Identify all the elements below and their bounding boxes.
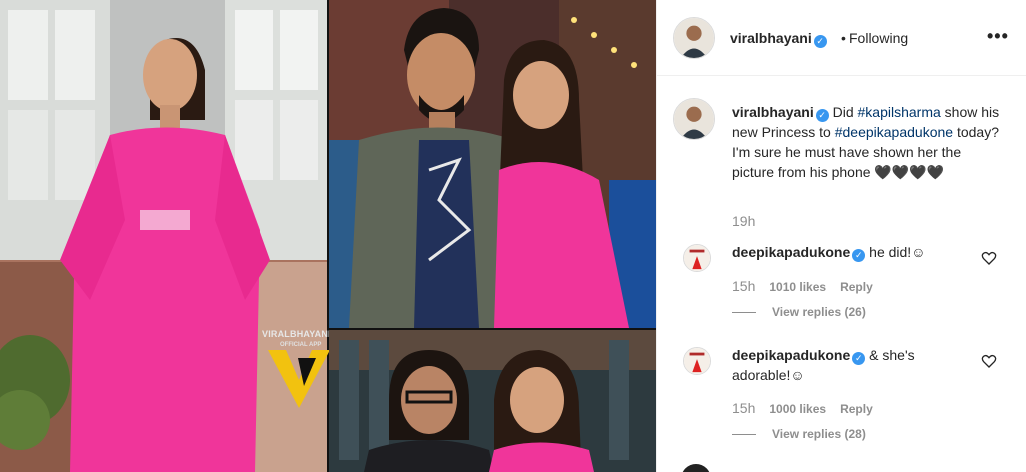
hashtag-link[interactable]: #kapilsharma	[858, 104, 941, 120]
caption-timestamp[interactable]: 19h	[732, 213, 755, 229]
caption-text-before: Did	[832, 104, 858, 120]
replies-divider-line	[732, 312, 756, 314]
comment-text: he did!☺	[869, 244, 926, 260]
post-header: viralbhayani ✓ • Following •••	[657, 0, 1026, 76]
caption-avatar[interactable]	[673, 98, 715, 140]
reply-button[interactable]: Reply	[840, 402, 873, 416]
view-replies-button[interactable]: View replies (28)	[732, 427, 866, 441]
more-options-icon[interactable]: •••	[987, 26, 1009, 47]
photo-two-women	[329, 330, 656, 472]
header-separator: •	[841, 30, 846, 46]
verified-badge-icon: ✓	[852, 249, 866, 262]
verified-badge-icon: ✓	[813, 35, 827, 48]
comment-likes[interactable]: 1010 likes	[769, 280, 826, 294]
comment-meta: 15h 1000 likes Reply	[732, 400, 873, 416]
view-replies-label[interactable]: View replies (28)	[772, 427, 866, 441]
watermark-subtitle: OFFICIAL APP	[280, 342, 322, 348]
comment-body: deepikapadukone ✓ & she's adorable!☺	[732, 345, 972, 385]
commenter-avatar[interactable]	[683, 244, 711, 272]
commenter-avatar[interactable]	[683, 347, 711, 375]
comment-username[interactable]: deepikapadukone	[732, 244, 850, 260]
watermark-brand: VIRALBHAYANI	[262, 329, 331, 339]
verified-badge-icon: ✓	[852, 352, 866, 365]
hashtag-link[interactable]: #deepikapadukone	[835, 124, 953, 140]
author-avatar[interactable]	[673, 17, 715, 59]
comment-timestamp[interactable]: 15h	[732, 400, 755, 416]
comment-username[interactable]: deepikapadukone	[732, 347, 850, 363]
author-username[interactable]: viralbhayani ✓	[730, 30, 827, 48]
comment-meta: 15h 1010 likes Reply	[732, 278, 873, 294]
reply-button[interactable]: Reply	[840, 280, 873, 294]
commenter-avatar-partial[interactable]	[681, 464, 711, 472]
replies-divider-line	[732, 434, 756, 436]
heart-outline-icon[interactable]	[981, 250, 997, 266]
heart-outline-icon[interactable]	[981, 353, 997, 369]
comment-timestamp[interactable]: 15h	[732, 278, 755, 294]
post-media[interactable]: VIRALBHAYANI OFFICIAL APP	[0, 0, 656, 472]
watermark-logo	[268, 350, 330, 408]
comment-body: deepikapadukone ✓ he did!☺	[732, 242, 972, 262]
post-details-panel: viralbhayani ✓ • Following ••• viralbhaya…	[656, 0, 1026, 472]
comment-likes[interactable]: 1000 likes	[769, 402, 826, 416]
view-replies-button[interactable]: View replies (26)	[732, 305, 866, 319]
post-caption: viralbhayani ✓ Did #kapilsharma show his …	[732, 102, 1002, 182]
caption-username[interactable]: viralbhayani	[732, 104, 814, 120]
view-replies-label[interactable]: View replies (26)	[772, 305, 866, 319]
author-username-text[interactable]: viralbhayani	[730, 30, 812, 46]
photo-man-and-woman	[329, 0, 656, 328]
following-button[interactable]: Following	[849, 30, 908, 46]
verified-badge-icon: ✓	[815, 109, 829, 122]
